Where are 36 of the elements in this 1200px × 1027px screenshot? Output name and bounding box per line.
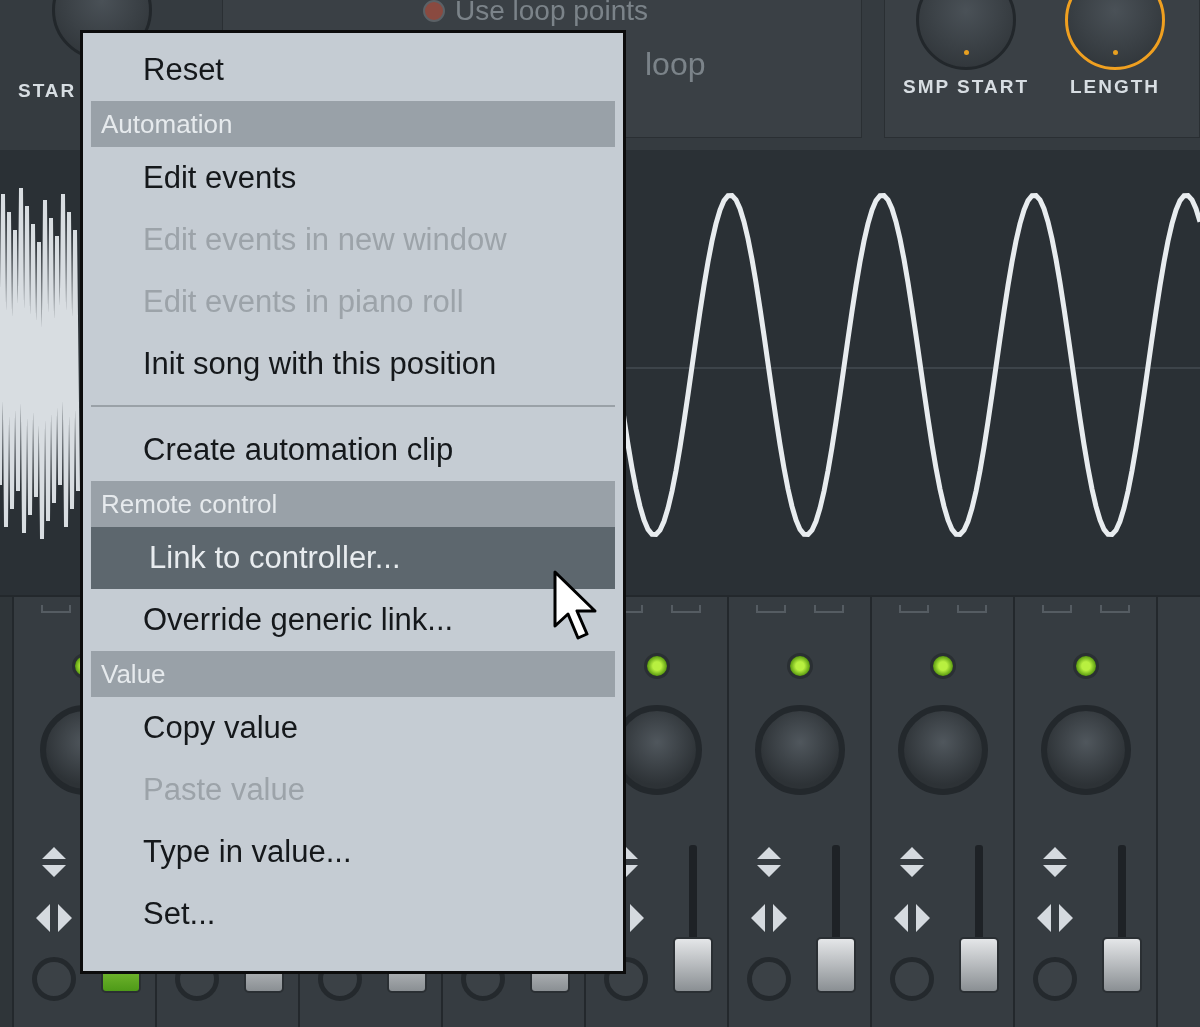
up-down-arrows-icon[interactable] bbox=[898, 845, 926, 879]
menu-item[interactable]: Type in value... bbox=[91, 821, 615, 883]
knob-label: LENGTH bbox=[1069, 76, 1161, 98]
menu-section-header: Value bbox=[91, 651, 615, 697]
left-right-arrows-icon[interactable] bbox=[892, 901, 932, 935]
radio-button[interactable] bbox=[423, 0, 445, 22]
fader-handle[interactable] bbox=[816, 937, 856, 993]
option-label: Use loop points bbox=[455, 0, 648, 27]
menu-section-header: Automation bbox=[91, 101, 615, 147]
menu-item[interactable]: Reset bbox=[91, 39, 615, 101]
led-indicator[interactable] bbox=[643, 653, 670, 679]
knob-label: SMP START bbox=[903, 76, 1030, 98]
left-right-arrows-icon[interactable] bbox=[34, 901, 74, 935]
led-indicator[interactable] bbox=[786, 653, 813, 679]
left-right-arrows-icon[interactable] bbox=[1035, 901, 1075, 935]
fader-handle[interactable] bbox=[1102, 937, 1142, 993]
menu-item[interactable]: Copy value bbox=[91, 697, 615, 759]
left-right-arrows-icon[interactable] bbox=[749, 901, 789, 935]
fader-handle[interactable] bbox=[959, 937, 999, 993]
up-down-arrows-icon[interactable] bbox=[1041, 845, 1069, 879]
up-down-arrows-icon[interactable] bbox=[755, 845, 783, 879]
knob-dot-icon bbox=[1112, 50, 1118, 55]
led-indicator[interactable] bbox=[929, 653, 956, 679]
menu-item[interactable]: Link to controller... bbox=[91, 527, 615, 589]
led-indicator[interactable] bbox=[1072, 653, 1099, 679]
menu-item[interactable]: Set... bbox=[91, 883, 615, 945]
option-label: loop bbox=[645, 46, 706, 83]
menu-item[interactable]: Override generic link... bbox=[91, 589, 615, 651]
up-down-arrows-icon[interactable] bbox=[40, 845, 68, 879]
menu-item[interactable]: Create automation clip bbox=[91, 419, 615, 481]
fader-handle[interactable] bbox=[673, 937, 713, 993]
knob-label: STAR bbox=[18, 80, 77, 102]
knob-dot-icon bbox=[963, 50, 969, 55]
menu-item[interactable]: Init song with this position bbox=[91, 333, 615, 395]
menu-section-header: Remote control bbox=[91, 481, 615, 527]
menu-item[interactable]: Edit events bbox=[91, 147, 615, 209]
